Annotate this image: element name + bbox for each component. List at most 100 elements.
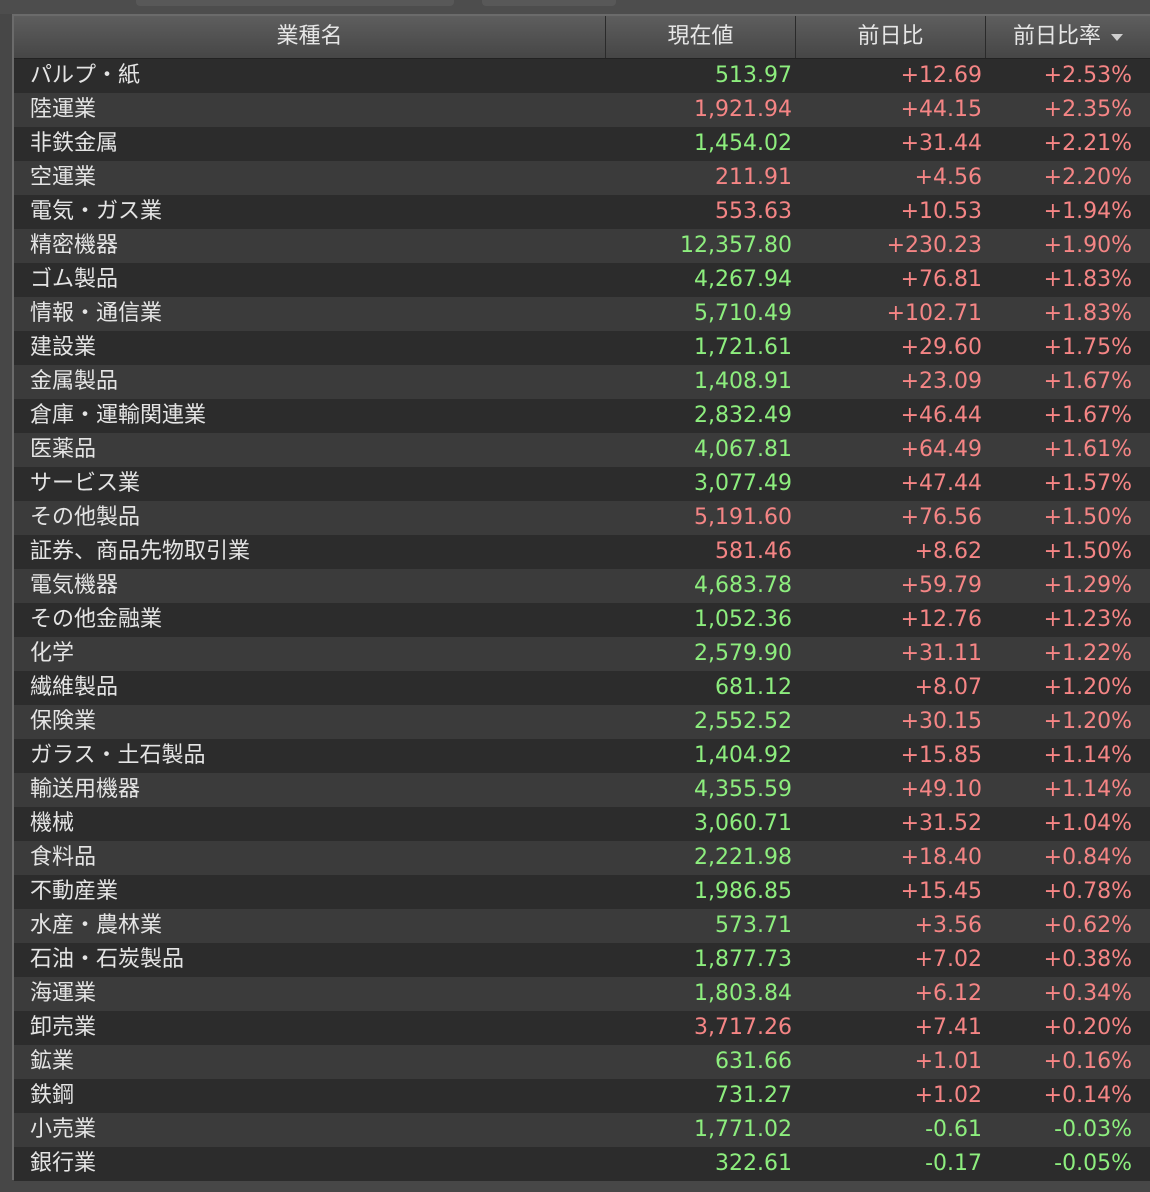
- change-rate-cell: +1.14%: [1043, 777, 1132, 802]
- current-price-cell: 573.71: [715, 913, 792, 938]
- table-row[interactable]: 鉄鋼 731.27 +1.02 +0.14%: [14, 1079, 1150, 1113]
- table-row[interactable]: 証券、商品先物取引業 581.46 +8.62 +1.50%: [14, 535, 1150, 569]
- table-row[interactable]: 食料品 2,221.98 +18.40 +0.84%: [14, 841, 1150, 875]
- table-row[interactable]: ゴム製品 4,267.94 +76.81 +1.83%: [14, 263, 1150, 297]
- sector-name-cell: 食料品: [30, 845, 97, 870]
- column-header-current-price[interactable]: 現在値: [606, 16, 796, 58]
- current-price-cell: 631.66: [715, 1049, 792, 1074]
- table-row[interactable]: サービス業 3,077.49 +47.44 +1.57%: [14, 467, 1150, 501]
- change-cell: +1.02: [914, 1083, 982, 1108]
- table-row[interactable]: 電気機器 4,683.78 +59.79 +1.29%: [14, 569, 1150, 603]
- table-row[interactable]: 陸運業 1,921.94 +44.15 +2.35%: [14, 93, 1150, 127]
- sector-name-cell: 銀行業: [30, 1151, 97, 1176]
- current-price-cell: 553.63: [715, 199, 792, 224]
- change-cell: +76.56: [900, 505, 982, 530]
- table-row[interactable]: 輸送用機器 4,355.59 +49.10 +1.14%: [14, 773, 1150, 807]
- change-rate-cell: +1.50%: [1043, 539, 1132, 564]
- table-row[interactable]: その他金融業 1,052.36 +12.76 +1.23%: [14, 603, 1150, 637]
- sector-name-cell: 精密機器: [30, 233, 119, 258]
- current-price-cell: 322.61: [715, 1151, 792, 1176]
- change-cell: +230.23: [886, 233, 982, 258]
- sector-name-cell: 鉱業: [30, 1049, 75, 1074]
- table-row[interactable]: 医薬品 4,067.81 +64.49 +1.61%: [14, 433, 1150, 467]
- change-rate-cell: +2.53%: [1043, 63, 1132, 88]
- table-row[interactable]: 建設業 1,721.61 +29.60 +1.75%: [14, 331, 1150, 365]
- table-body: パルプ・紙 513.97 +12.69 +2.53% 陸運業 1,921.94 +44.15…: [14, 59, 1150, 1181]
- column-header-change-rate[interactable]: 前日比率: [986, 16, 1150, 58]
- sector-name-cell: 金属製品: [30, 369, 119, 394]
- current-price-cell: 1,986.85: [694, 879, 792, 904]
- current-price-cell: 12,357.80: [680, 233, 792, 258]
- column-header-sector-name[interactable]: 業種名: [14, 16, 606, 58]
- table-row[interactable]: 電気・ガス業 553.63 +10.53 +1.94%: [14, 195, 1150, 229]
- table-row[interactable]: 繊維製品 681.12 +8.07 +1.20%: [14, 671, 1150, 705]
- table-row[interactable]: 不動産業 1,986.85 +15.45 +0.78%: [14, 875, 1150, 909]
- sector-name-cell: パルプ・紙: [30, 63, 141, 88]
- change-rate-cell: -0.03%: [1054, 1117, 1132, 1142]
- current-price-cell: 1,803.84: [694, 981, 792, 1006]
- table-row[interactable]: 空運業 211.91 +4.56 +2.20%: [14, 161, 1150, 195]
- table-row[interactable]: 化学 2,579.90 +31.11 +1.22%: [14, 637, 1150, 671]
- change-cell: +7.41: [914, 1015, 982, 1040]
- table-row[interactable]: 海運業 1,803.84 +6.12 +0.34%: [14, 977, 1150, 1011]
- change-cell: +12.76: [900, 607, 982, 632]
- table-row[interactable]: 水産・農林業 573.71 +3.56 +0.62%: [14, 909, 1150, 943]
- current-price-cell: 4,683.78: [694, 573, 792, 598]
- table-row[interactable]: 金属製品 1,408.91 +23.09 +1.67%: [14, 365, 1150, 399]
- current-price-cell: 3,077.49: [694, 471, 792, 496]
- sector-name-cell: 海運業: [30, 981, 97, 1006]
- change-cell: +59.79: [900, 573, 982, 598]
- table-row[interactable]: 鉱業 631.66 +1.01 +0.16%: [14, 1045, 1150, 1079]
- sector-name-cell: 石油・石炭製品: [30, 947, 185, 972]
- current-price-cell: 1,052.36: [694, 607, 792, 632]
- table-row[interactable]: 精密機器 12,357.80 +230.23 +1.90%: [14, 229, 1150, 263]
- change-rate-cell: +0.14%: [1043, 1083, 1132, 1108]
- table-row[interactable]: 機械 3,060.71 +31.52 +1.04%: [14, 807, 1150, 841]
- current-price-cell: 2,579.90: [694, 641, 792, 666]
- table-row[interactable]: 小売業 1,771.02 -0.61 -0.03%: [14, 1113, 1150, 1147]
- table-row[interactable]: 卸売業 3,717.26 +7.41 +0.20%: [14, 1011, 1150, 1045]
- change-cell: +15.45: [900, 879, 982, 904]
- table-row[interactable]: 銀行業 322.61 -0.17 -0.05%: [14, 1147, 1150, 1181]
- change-rate-cell: +0.84%: [1043, 845, 1132, 870]
- sector-name-cell: 不動産業: [30, 879, 119, 904]
- change-rate-cell: +0.62%: [1043, 913, 1132, 938]
- current-price-cell: 5,710.49: [694, 301, 792, 326]
- change-cell: +3.56: [914, 913, 982, 938]
- current-price-cell: 1,721.61: [694, 335, 792, 360]
- toolbar-tab[interactable]: [482, 0, 616, 6]
- current-price-cell: 4,355.59: [694, 777, 792, 802]
- change-rate-cell: +2.20%: [1043, 165, 1132, 190]
- change-rate-cell: +1.20%: [1043, 675, 1132, 700]
- column-header-change[interactable]: 前日比: [796, 16, 986, 58]
- column-header-label: 現在値: [667, 24, 734, 49]
- current-price-cell: 1,877.73: [694, 947, 792, 972]
- sector-name-cell: 陸運業: [30, 97, 97, 122]
- toolbar-tab[interactable]: [136, 0, 454, 6]
- change-cell: +31.52: [900, 811, 982, 836]
- current-price-cell: 2,221.98: [694, 845, 792, 870]
- sector-name-cell: 電気機器: [30, 573, 119, 598]
- change-cell: +29.60: [900, 335, 982, 360]
- table-row[interactable]: 情報・通信業 5,710.49 +102.71 +1.83%: [14, 297, 1150, 331]
- sector-name-cell: 輸送用機器: [30, 777, 141, 802]
- sector-name-cell: 倉庫・運輸関連業: [30, 403, 207, 428]
- sector-name-cell: 建設業: [30, 335, 97, 360]
- current-price-cell: 4,267.94: [694, 267, 792, 292]
- table-row[interactable]: その他製品 5,191.60 +76.56 +1.50%: [14, 501, 1150, 535]
- table-row[interactable]: 石油・石炭製品 1,877.73 +7.02 +0.38%: [14, 943, 1150, 977]
- sector-window: 業種名 現在値 前日比 前日比率 パルプ・紙 513.97 +12.69 +2.53%…: [0, 0, 1150, 1192]
- change-rate-cell: +1.14%: [1043, 743, 1132, 768]
- table-row[interactable]: 非鉄金属 1,454.02 +31.44 +2.21%: [14, 127, 1150, 161]
- change-cell: +76.81: [900, 267, 982, 292]
- table-row[interactable]: ガラス・土石製品 1,404.92 +15.85 +1.14%: [14, 739, 1150, 773]
- table-row[interactable]: 倉庫・運輸関連業 2,832.49 +46.44 +1.67%: [14, 399, 1150, 433]
- change-cell: +8.62: [914, 539, 982, 564]
- sector-name-cell: その他金融業: [30, 607, 163, 632]
- change-cell: +64.49: [900, 437, 982, 462]
- table-row[interactable]: 保険業 2,552.52 +30.15 +1.20%: [14, 705, 1150, 739]
- table-header: 業種名 現在値 前日比 前日比率: [14, 16, 1150, 59]
- table-row[interactable]: パルプ・紙 513.97 +12.69 +2.53%: [14, 59, 1150, 93]
- sector-name-cell: 繊維製品: [30, 675, 119, 700]
- current-price-cell: 731.27: [715, 1083, 792, 1108]
